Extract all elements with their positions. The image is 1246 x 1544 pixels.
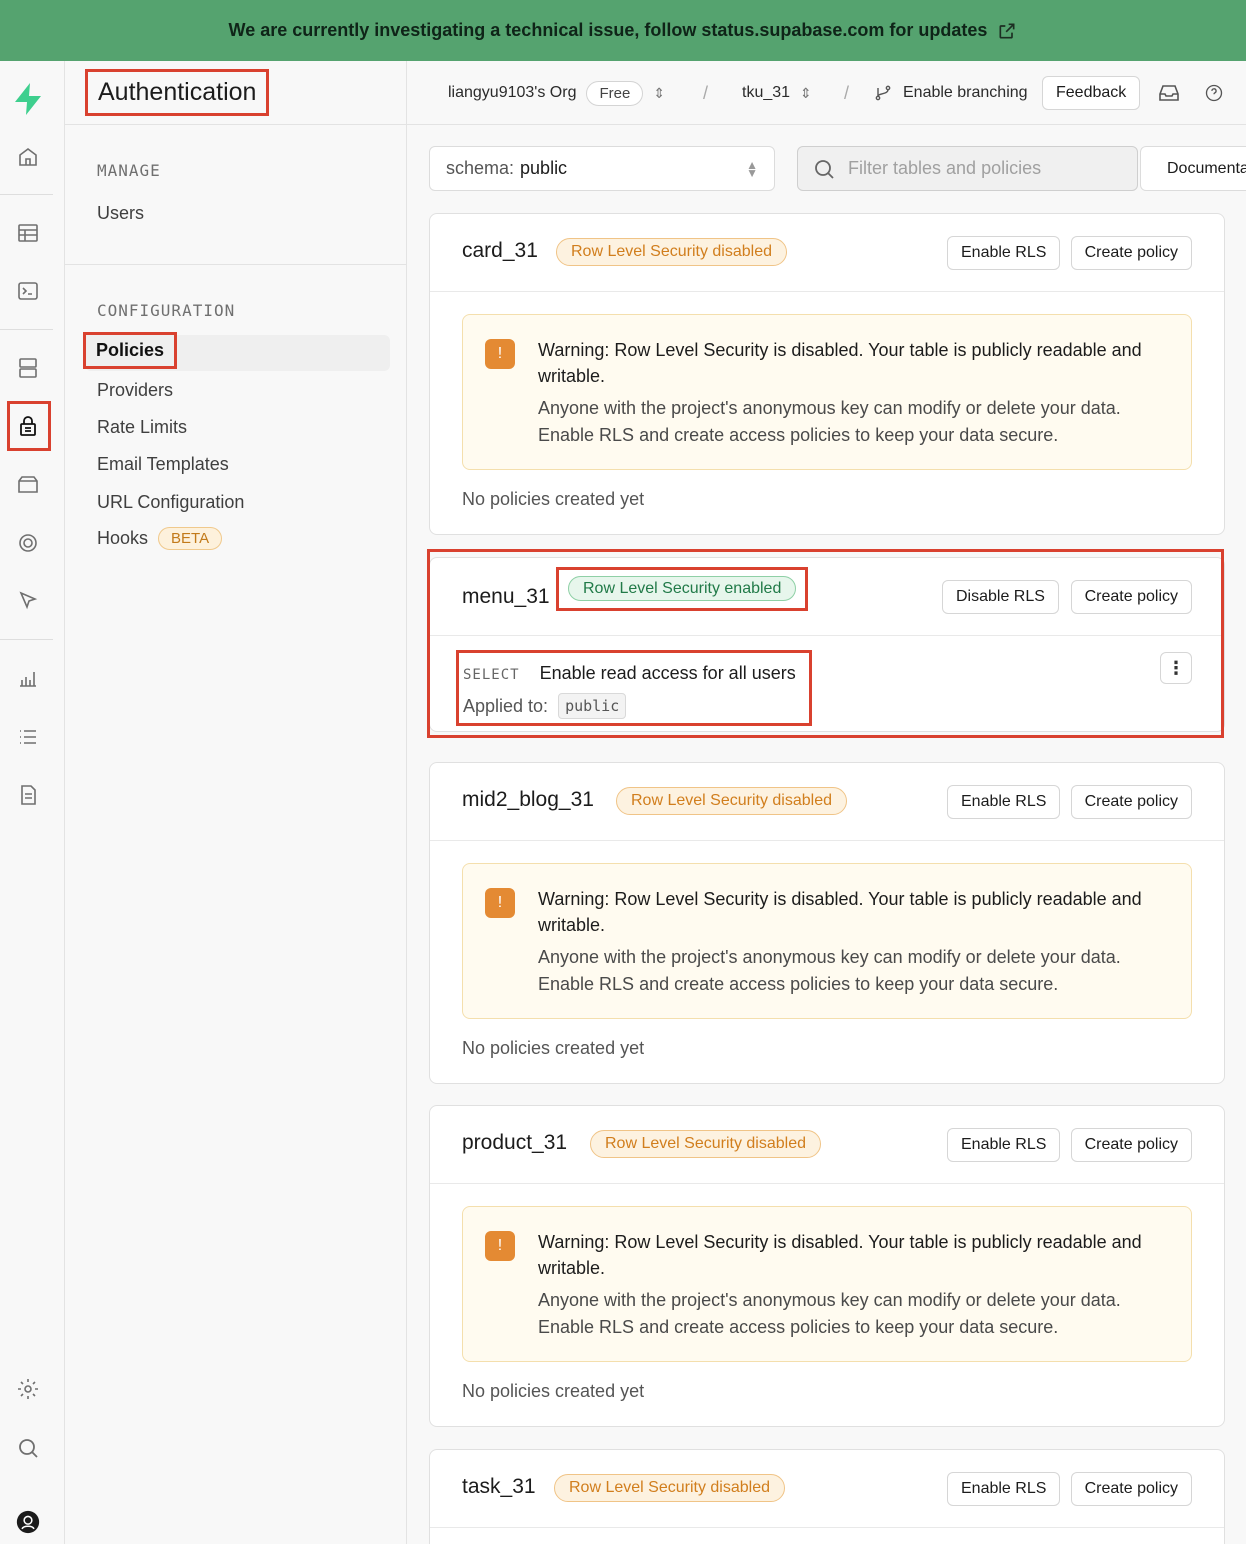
chevron-updown-icon: ⇕ (800, 84, 812, 101)
table-name: product_31 (462, 1131, 568, 1154)
rls-warning: ! Warning: Row Level Security is disable… (462, 314, 1192, 470)
notifications-inbox-icon[interactable] (1157, 61, 1181, 125)
group-title-configuration: CONFIGURATION (97, 301, 236, 320)
table-name: card_31 (462, 239, 538, 262)
menu-card-highlight (427, 549, 1224, 738)
reports-icon[interactable] (14, 664, 42, 692)
sidebar-header: Authentication (65, 61, 406, 125)
chevron-updown-icon: ⇕ (653, 84, 666, 101)
icon-rail (0, 61, 65, 1544)
alert-icon: ! (485, 339, 515, 369)
top-bar: liangyu9103's Org Free ⇕ / tku_31 ⇕ / En… (407, 61, 1246, 125)
divider (65, 264, 406, 265)
table-name: mid2_blog_31 (462, 788, 594, 811)
table-name: task_31 (462, 1475, 536, 1498)
sidebar-item-providers[interactable]: Providers (97, 380, 173, 401)
schema-selector[interactable]: schema: public ▲ ▼ (429, 146, 775, 191)
rls-warning: ! Warning: Row Level Security is disable… (462, 863, 1192, 1019)
warning-title: Warning: Row Level Security is disabled.… (538, 889, 1142, 935)
project-switcher[interactable]: tku_31 ⇕ (742, 61, 812, 125)
help-icon[interactable] (1204, 61, 1224, 125)
settings-gear-icon[interactable] (14, 1375, 42, 1403)
sidebar-item-rate-limits[interactable]: Rate Limits (97, 417, 187, 438)
status-banner[interactable]: We are currently investigating a technic… (0, 0, 1246, 61)
empty-policies-text: No policies created yet (462, 1381, 645, 1401)
enable-rls-button[interactable]: Enable RLS (947, 236, 1061, 270)
rls-disabled-badge: Row Level Security disabled (616, 787, 847, 815)
empty-policies-text: No policies created yet (462, 489, 645, 509)
alert-icon: ! (485, 1231, 515, 1261)
enable-rls-button[interactable]: Enable RLS (947, 785, 1061, 819)
search-icon[interactable] (14, 1434, 42, 1462)
policies-main: schema: public ▲ ▼ Filter tables and poli… (407, 125, 1246, 1544)
rls-disabled-badge: Row Level Security disabled (590, 1130, 821, 1158)
sidebar-item-hooks[interactable]: Hooks BETA (97, 527, 223, 550)
warning-title: Warning: Row Level Security is disabled.… (538, 340, 1142, 386)
database-icon[interactable] (14, 354, 42, 382)
logs-icon[interactable] (14, 723, 42, 751)
api-docs-icon[interactable] (14, 781, 42, 809)
storage-icon[interactable] (14, 471, 42, 499)
plan-badge: Free (586, 80, 644, 106)
external-link-icon (999, 23, 1015, 38)
auth-sidebar: Authentication MANAGE Users CONFIGURATIO… (65, 61, 407, 1544)
warning-body: Anyone with the project's anonymous key … (538, 947, 1121, 994)
auth-lock-icon[interactable] (14, 412, 42, 440)
banner-text: We are currently investigating a technic… (228, 20, 988, 40)
supabase-logo-icon[interactable] (11, 81, 45, 117)
create-policy-button[interactable]: Create policy (1070, 1128, 1192, 1162)
enable-rls-button[interactable]: Enable RLS (947, 1472, 1061, 1506)
rls-disabled-badge: Row Level Security disabled (554, 1474, 785, 1502)
org-switcher[interactable]: liangyu9103's Org Free ⇕ (448, 61, 665, 125)
schema-value: public (520, 158, 568, 178)
documentation-button[interactable]: Documentation (1140, 146, 1246, 191)
table-card-task-31: task_31 Row Level Security disabled Enab… (429, 1449, 1225, 1544)
realtime-icon[interactable] (14, 529, 42, 557)
create-policy-button[interactable]: Create policy (1070, 1472, 1192, 1506)
sidebar-item-email-templates[interactable]: Email Templates (97, 454, 229, 475)
page-title: Authentication (85, 69, 270, 116)
home-icon[interactable] (14, 143, 42, 171)
rls-disabled-badge: Row Level Security disabled (556, 238, 787, 266)
table-card-card-31: card_31 Row Level Security disabled Enab… (429, 213, 1225, 535)
edge-functions-icon[interactable] (14, 587, 42, 615)
org-name: liangyu9103's Org (448, 84, 577, 101)
sidebar-item-url-configuration[interactable]: URL Configuration (97, 492, 244, 513)
filter-input[interactable]: Filter tables and policies (797, 146, 1138, 191)
feedback-button[interactable]: Feedback (1042, 76, 1141, 110)
user-avatar-icon[interactable] (14, 1508, 42, 1536)
filter-placeholder: Filter tables and policies (848, 158, 1042, 178)
table-card-mid2-blog-31: mid2_blog_31 Row Level Security disabled… (429, 762, 1225, 1084)
alert-icon: ! (485, 888, 515, 918)
search-icon (815, 159, 834, 179)
warning-body: Anyone with the project's anonymous key … (538, 398, 1121, 445)
table-card-product-31: product_31 Row Level Security disabled E… (429, 1105, 1225, 1427)
sql-editor-icon[interactable] (14, 277, 42, 305)
rls-warning: ! Warning: Row Level Security is disable… (462, 1206, 1192, 1362)
warning-title: Warning: Row Level Security is disabled.… (538, 1232, 1142, 1278)
git-branch-icon (875, 85, 891, 101)
group-title-manage: MANAGE (97, 161, 161, 180)
breadcrumb-separator: / (844, 82, 850, 103)
beta-badge: BETA (158, 527, 223, 550)
table-editor-icon[interactable] (14, 219, 42, 247)
project-name: tku_31 (742, 84, 791, 101)
chevron-updown-icon: ▲ ▼ (746, 157, 758, 180)
sidebar-item-users[interactable]: Users (97, 203, 144, 224)
empty-policies-text: No policies created yet (462, 1038, 645, 1058)
enable-branching-button[interactable]: Enable branching (873, 61, 1028, 125)
create-policy-button[interactable]: Create policy (1070, 236, 1192, 270)
sidebar-item-policies[interactable]: Policies (83, 332, 178, 369)
warning-body: Anyone with the project's anonymous key … (538, 1290, 1121, 1337)
create-policy-button[interactable]: Create policy (1070, 785, 1192, 819)
enable-rls-button[interactable]: Enable RLS (947, 1128, 1061, 1162)
breadcrumb-separator: / (703, 82, 709, 103)
